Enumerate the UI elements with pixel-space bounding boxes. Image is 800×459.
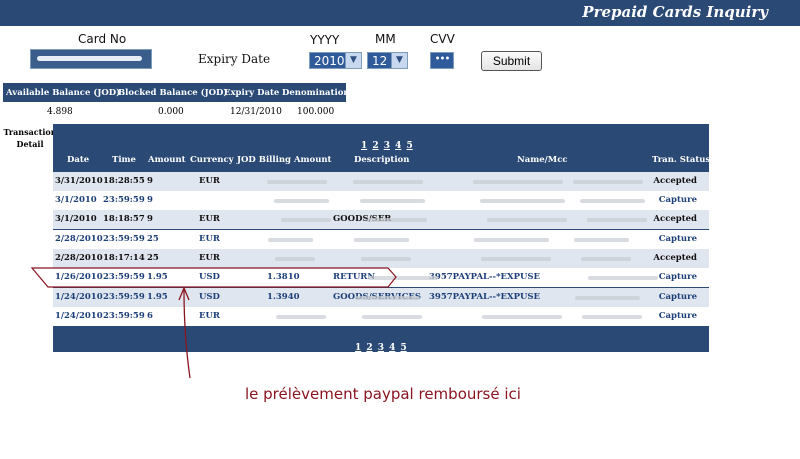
annotation-pointer-line: [183, 289, 191, 379]
annotation-text: le prélèvement paypal remboursé ici: [245, 385, 521, 403]
highlight-arrow-outline: [30, 267, 397, 288]
